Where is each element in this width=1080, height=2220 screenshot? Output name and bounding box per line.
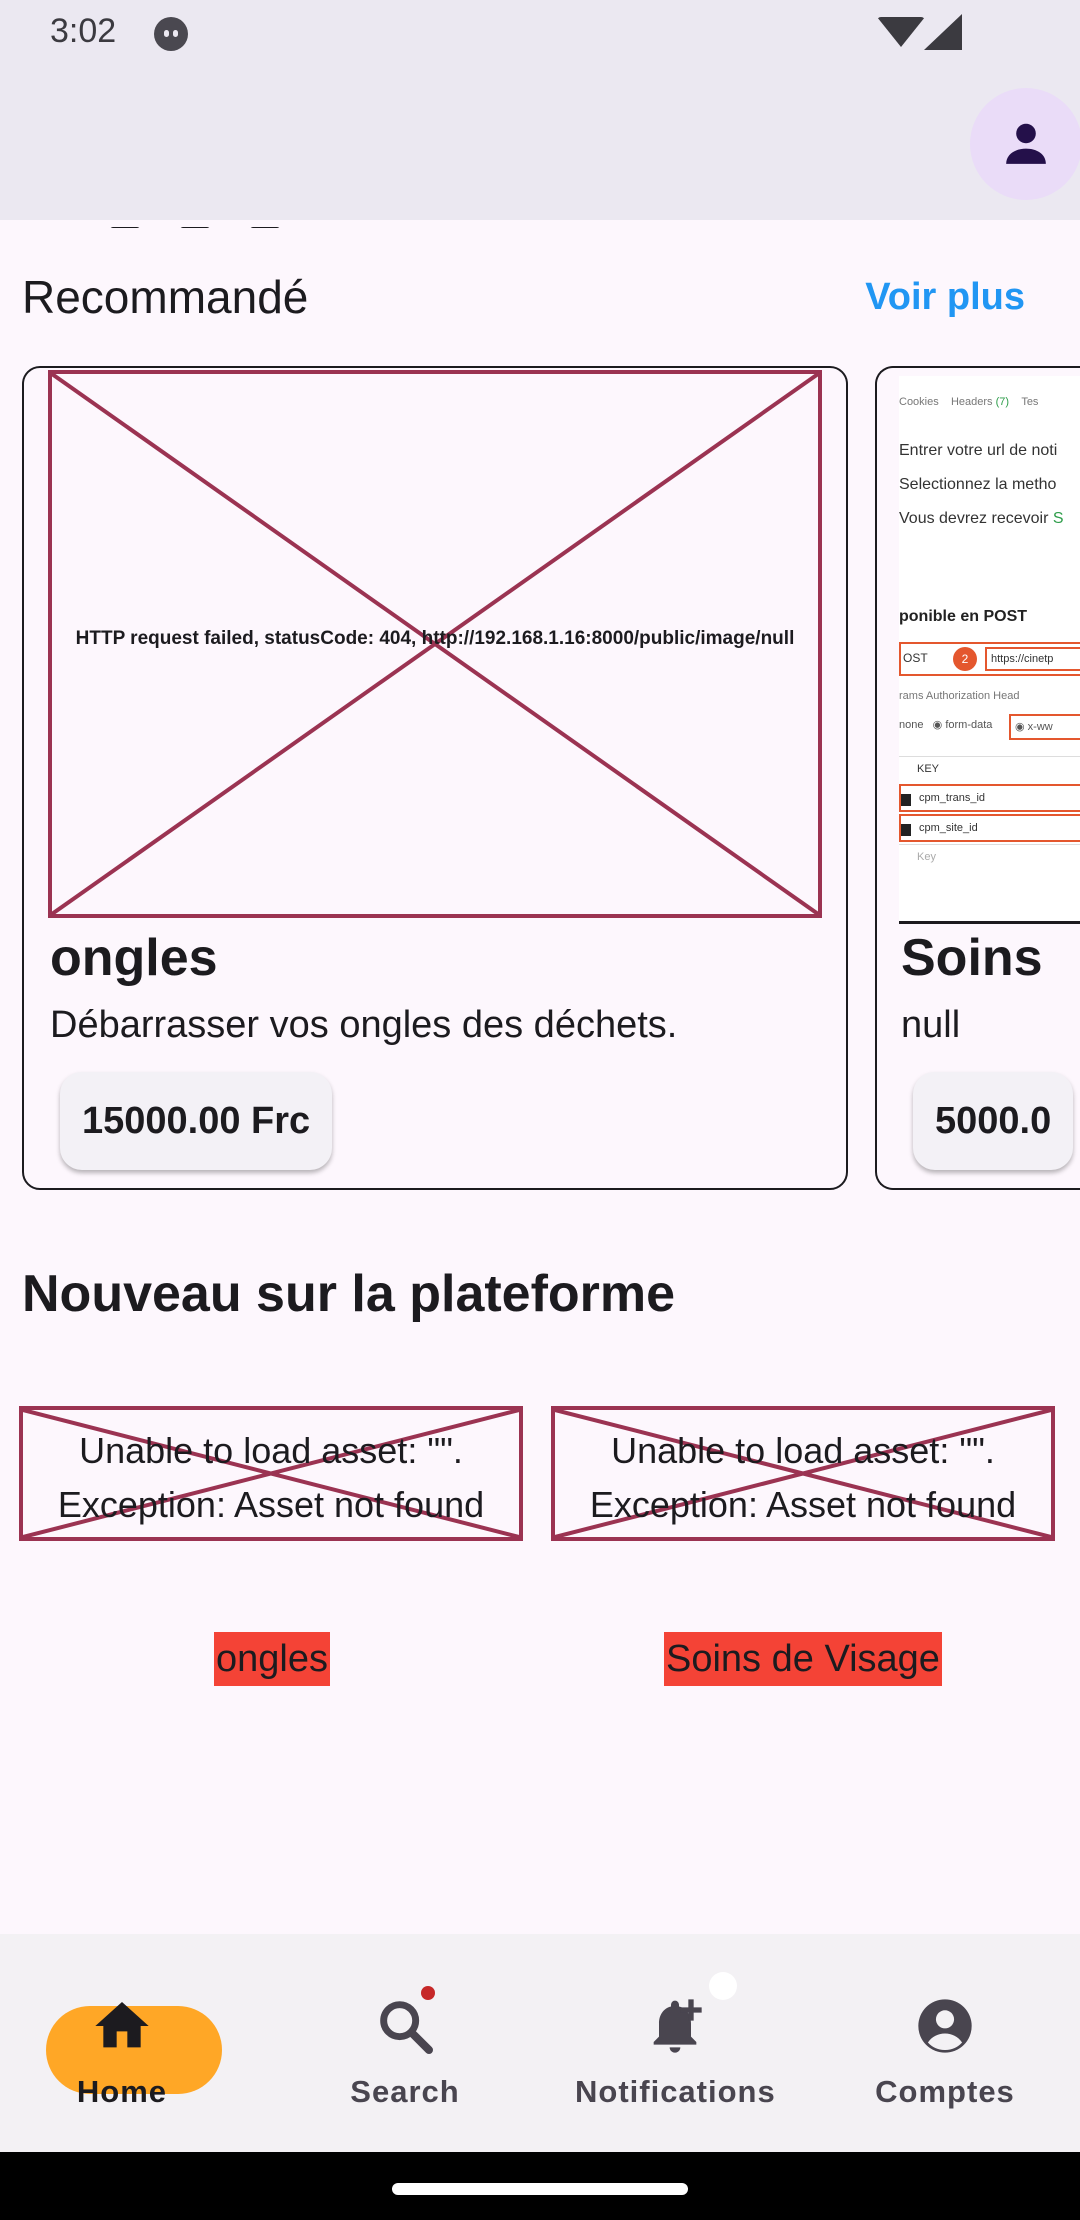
new-item-label[interactable]: ongles	[214, 1632, 330, 1686]
screenshot-body-option-selected: ◉ x-ww	[1009, 714, 1080, 740]
image-error-message: HTTP request failed, statusCode: 404, ht…	[75, 628, 795, 649]
screenshot-badge: 2	[953, 647, 977, 671]
screenshot-kv-text: cpm_trans_id	[919, 792, 986, 804]
notification-add-icon	[653, 1999, 702, 2053]
card-title: ongles	[50, 929, 218, 987]
app-notification-icon	[154, 17, 188, 51]
gesture-handle[interactable]	[392, 2183, 688, 2195]
profile-avatar-button[interactable]	[970, 88, 1080, 200]
checkbox-icon	[901, 824, 911, 836]
status-time: 3:02	[50, 12, 117, 50]
screenshot-kv-row: cpm_trans_id	[899, 784, 1080, 812]
screenshot-kv-row: Key	[899, 844, 1080, 872]
screenshot-body-option: form-data	[945, 719, 993, 731]
price-chip[interactable]: 15000.00 Frc	[60, 1072, 333, 1170]
account-circle-icon	[918, 1999, 972, 2053]
screenshot-url: https://cinetp	[985, 647, 1080, 671]
screenshot-heading: ponible en POST	[899, 608, 1028, 625]
image-error-placeholder: HTTP request failed, statusCode: 404, ht…	[48, 370, 822, 918]
screenshot-line-accent: S	[1052, 510, 1064, 527]
signal-icon	[924, 14, 962, 50]
screenshot-kv-row: KEY	[899, 756, 1080, 784]
card-title: Soins	[901, 929, 1043, 987]
screenshot-body-option: none	[899, 719, 924, 731]
screenshot-tab-cookies: Cookies	[899, 396, 939, 408]
recommended-title: Recommandé	[22, 271, 309, 323]
checkbox-icon	[901, 794, 911, 806]
screenshot-subtabs: rams Authorization Head	[899, 690, 1020, 702]
notification-badge-dot	[709, 1972, 737, 2000]
nav-search[interactable]: Search	[305, 1972, 505, 2122]
screenshot-line-text: Vous devrez recevoir	[899, 510, 1053, 527]
service-card[interactable]: HTTP request failed, statusCode: 404, ht…	[22, 366, 848, 1190]
search-icon	[380, 2001, 433, 2054]
bottom-navigation: Home Search Notifications Comptes	[0, 1934, 1080, 2152]
screenshot-kv-text: cpm_site_id	[919, 822, 978, 834]
screenshot-tab-headers: Headers	[950, 396, 996, 408]
screenshot-body-options: none ◉ form-data ◉ x-ww	[899, 714, 1080, 748]
nav-label: Notifications	[575, 2074, 776, 2109]
person-icon	[1006, 123, 1046, 164]
screenshot-request-bar: OST 2 https://cinetp	[899, 642, 1080, 676]
nav-notifications[interactable]: Notifications	[575, 1972, 775, 2122]
nav-home[interactable]: Home	[22, 1972, 222, 2122]
screenshot-kv-row: cpm_site_id	[899, 814, 1080, 842]
screenshot-method: OST	[903, 651, 928, 665]
screenshot-line: Entrer votre url de noti	[899, 442, 1058, 459]
nav-label: Search	[350, 2074, 460, 2109]
service-card[interactable]: Cookies Headers (7) Tes Entrer votre url…	[875, 366, 1080, 1190]
new-on-platform-title: Nouveau sur la plateforme	[22, 1265, 676, 1323]
status-bar: 3:02	[0, 0, 1080, 66]
search-badge-dot	[421, 1986, 435, 2000]
asset-error-placeholder[interactable]: Unable to load asset: "". Exception: Ass…	[19, 1406, 523, 1541]
app-bar	[0, 66, 1080, 220]
home-icon	[95, 2002, 149, 2048]
card-description: null	[901, 1004, 961, 1046]
nav-label: Comptes	[875, 2074, 1015, 2109]
asset-error-message: Unable to load asset: "". Exception: Ass…	[57, 1430, 485, 1525]
price-chip[interactable]: 5000.0	[913, 1072, 1074, 1170]
scrolled-text-remnant	[110, 220, 350, 228]
card-description: Débarrasser vos ongles des déchets.	[50, 1004, 678, 1046]
new-item-label[interactable]: Soins de Visage	[664, 1632, 942, 1686]
screenshot-body-option: x-ww	[1027, 721, 1053, 733]
screenshot-tab-count: (7)	[995, 396, 1010, 408]
asset-error-placeholder[interactable]: Unable to load asset: "". Exception: Ass…	[551, 1406, 1055, 1541]
nav-label: Home	[76, 2074, 168, 2109]
wifi-icon	[877, 17, 925, 47]
see-more-link[interactable]: Voir plus	[865, 276, 1025, 319]
nav-comptes[interactable]: Comptes	[845, 1972, 1045, 2122]
screenshot-tabs: Cookies Headers (7) Tes	[899, 396, 1038, 408]
asset-error-message: Unable to load asset: "". Exception: Ass…	[589, 1430, 1017, 1525]
screenshot-line: Selectionnez la metho	[899, 476, 1057, 493]
screenshot-line: Vous devrez recevoir S	[899, 510, 1064, 528]
card-image: Cookies Headers (7) Tes Entrer votre url…	[899, 376, 1080, 924]
screenshot-tab-tests: Tes	[1021, 396, 1039, 408]
